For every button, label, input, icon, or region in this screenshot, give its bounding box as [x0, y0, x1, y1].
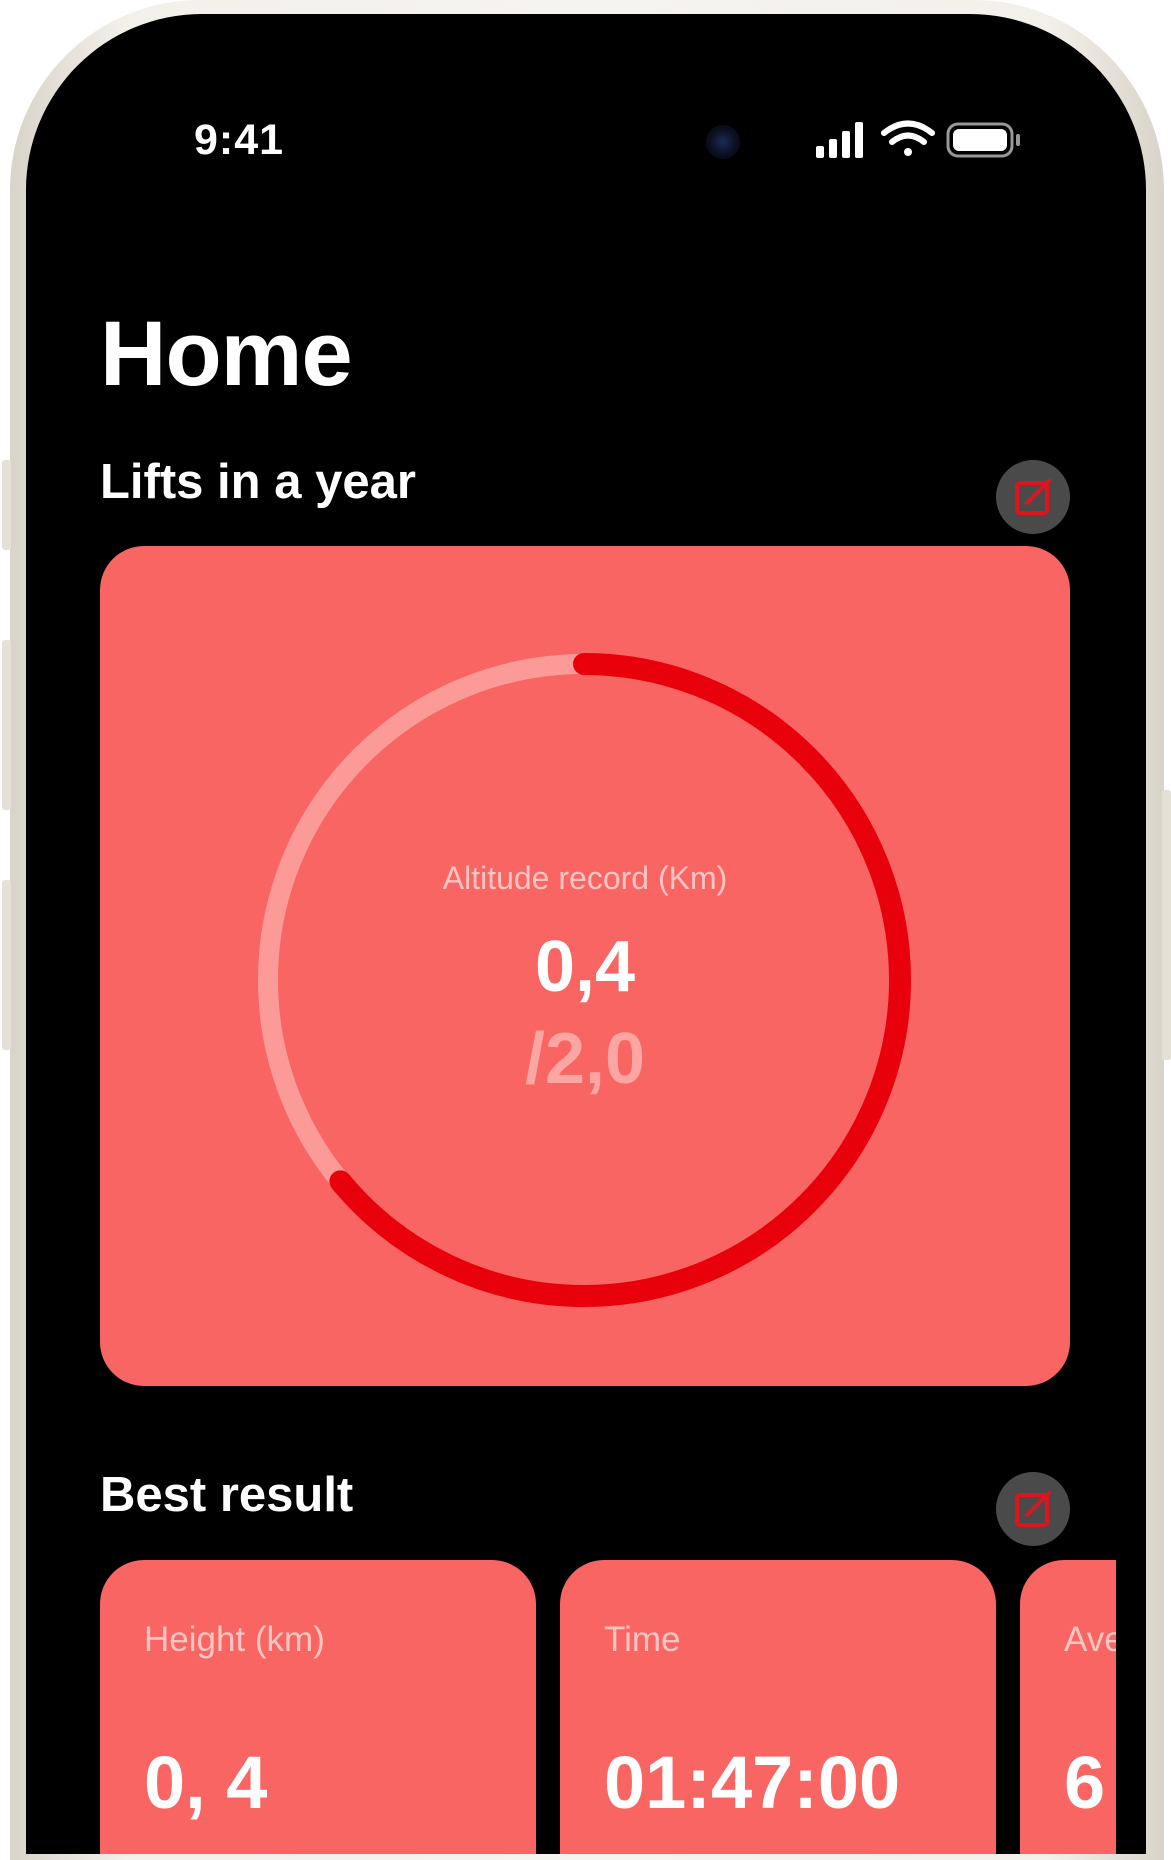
stat-card-time[interactable]: Time 01:47:00: [560, 1560, 996, 1854]
best-edit-button[interactable]: [996, 1472, 1070, 1546]
scroll-clip: [1116, 1544, 1146, 1854]
edit-icon: [1015, 1491, 1051, 1527]
battery-icon: [946, 122, 1020, 158]
lifts-section-title: Lifts in a year: [100, 455, 416, 509]
screen: 9:41 Home Lifts in a year Altitude recor…: [26, 14, 1146, 1854]
status-time: 9:41: [194, 116, 285, 164]
ring-label: Altitude record (Km): [442, 860, 728, 896]
lifts-card: Altitude record (Km) 0,4 /2,0: [100, 546, 1070, 1386]
status-icons: [816, 120, 1020, 158]
best-section-title: Best result: [100, 1468, 354, 1522]
stat-card-height[interactable]: Height (km) 0, 4: [100, 1560, 536, 1854]
volume-down-button: [2, 880, 11, 1050]
status-bar: 9:41: [26, 14, 1146, 184]
stat-value: 01:47:00: [604, 1741, 901, 1824]
stat-value: 0, 4: [144, 1741, 268, 1824]
volume-up-button: [2, 640, 11, 810]
page-title: Home: [100, 303, 353, 405]
stat-label: Height (km): [144, 1620, 325, 1659]
wifi-icon: [881, 120, 935, 156]
front-camera: [706, 125, 740, 159]
ring-target: /2,0: [524, 1019, 646, 1099]
cellular-signal-icon: [816, 122, 863, 158]
edit-icon: [1015, 479, 1051, 515]
stat-label: Time: [604, 1620, 681, 1659]
power-button: [1162, 790, 1171, 1060]
stat-value: 6: [1064, 1741, 1106, 1824]
action-button: [2, 460, 11, 550]
stat-label: Ave: [1064, 1620, 1124, 1659]
lifts-edit-button[interactable]: [996, 460, 1070, 534]
ring-value: 0,4: [534, 927, 636, 1007]
